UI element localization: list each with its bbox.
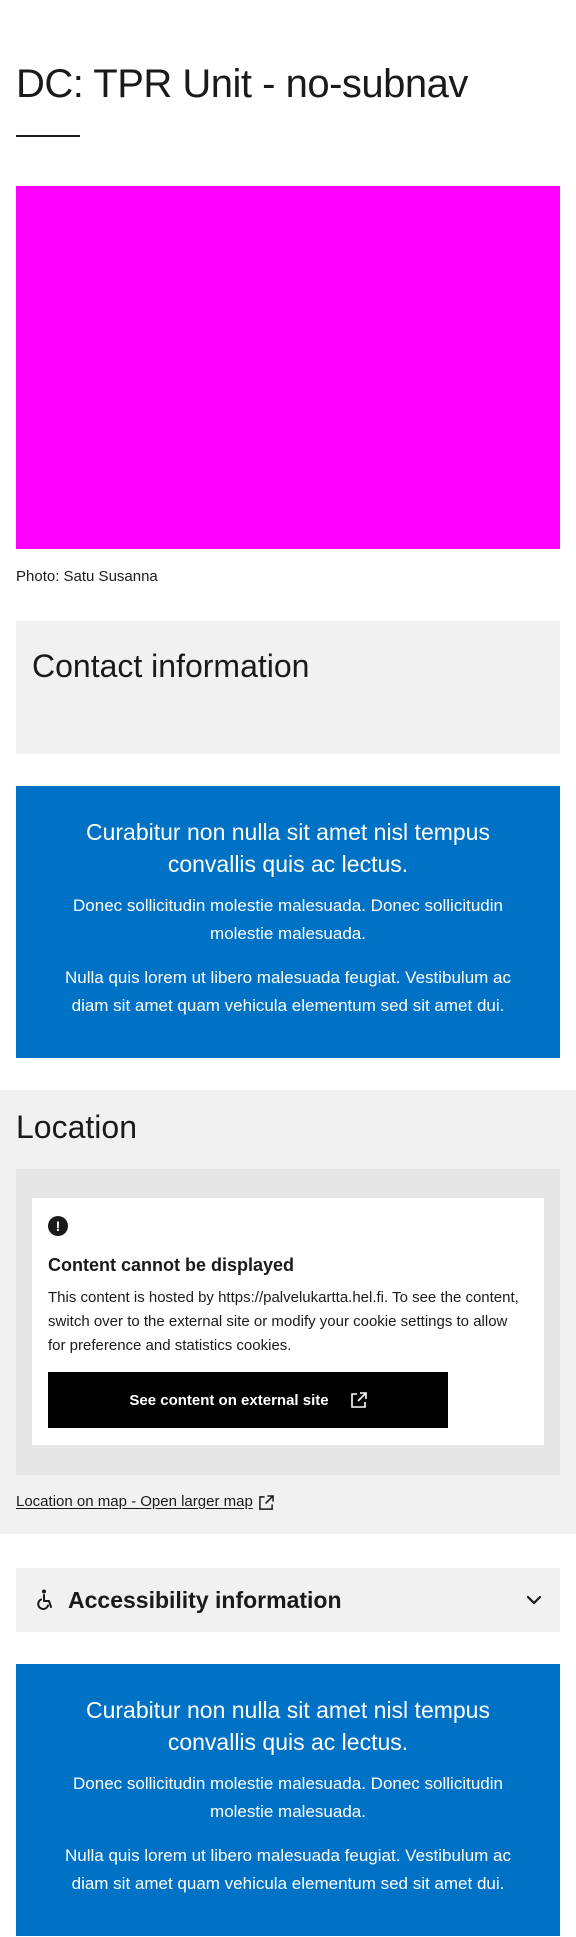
- notice-text: This content is hosted by https://palvel…: [48, 1289, 519, 1354]
- see-external-content-button[interactable]: See content on external site: [48, 1372, 448, 1428]
- map-embed-placeholder: ! Content cannot be displayed This conte…: [16, 1169, 560, 1475]
- promo-paragraph: Nulla quis lorem ut libero malesuada feu…: [64, 1846, 512, 1893]
- contact-heading: Contact information: [32, 648, 310, 684]
- chevron-down-icon: [526, 1595, 542, 1605]
- promo-paragraph: Donec sollicitudin molestie malesuada. D…: [73, 1774, 503, 1821]
- map-link-label: Location on map - Open larger map: [16, 1493, 253, 1510]
- open-larger-map-link[interactable]: Location on map - Open larger map: [16, 1492, 274, 1512]
- accessibility-accordion[interactable]: Accessibility information: [16, 1568, 560, 1632]
- accordion-label: Accessibility information: [68, 1587, 342, 1613]
- title-divider: [16, 135, 80, 137]
- promo-paragraph: Nulla quis lorem ut libero malesuada feu…: [64, 968, 512, 1015]
- external-link-icon: [259, 1494, 274, 1510]
- button-label: See content on external site: [129, 1391, 329, 1409]
- cookie-consent-notice: ! Content cannot be displayed This conte…: [32, 1198, 544, 1445]
- promo-heading: Curabitur non nulla sit amet nisl tempus…: [86, 1697, 490, 1755]
- notice-heading: Content cannot be displayed: [48, 1255, 295, 1275]
- promo-banner-bottom: Curabitur non nulla sit amet nisl tempus…: [16, 1664, 560, 1936]
- page-title: DC: TPR Unit - no-subnav: [16, 62, 468, 106]
- contact-information-box: Contact information: [16, 621, 560, 754]
- location-section: Location ! Content cannot be displayed T…: [0, 1090, 576, 1534]
- wheelchair-icon: [37, 1589, 52, 1610]
- promo-paragraph: Donec sollicitudin molestie malesuada. D…: [73, 896, 503, 943]
- location-heading: Location: [16, 1109, 137, 1145]
- alert-circle-icon: !: [48, 1216, 68, 1236]
- hero-image: [16, 186, 560, 549]
- photo-credit: Photo: Satu Susanna: [16, 568, 158, 585]
- page: DC: TPR Unit - no-subnav Photo: Satu Sus…: [0, 0, 576, 1937]
- external-link-icon: [350, 1392, 367, 1408]
- promo-banner-top: Curabitur non nulla sit amet nisl tempus…: [16, 786, 560, 1058]
- promo-heading: Curabitur non nulla sit amet nisl tempus…: [86, 819, 490, 877]
